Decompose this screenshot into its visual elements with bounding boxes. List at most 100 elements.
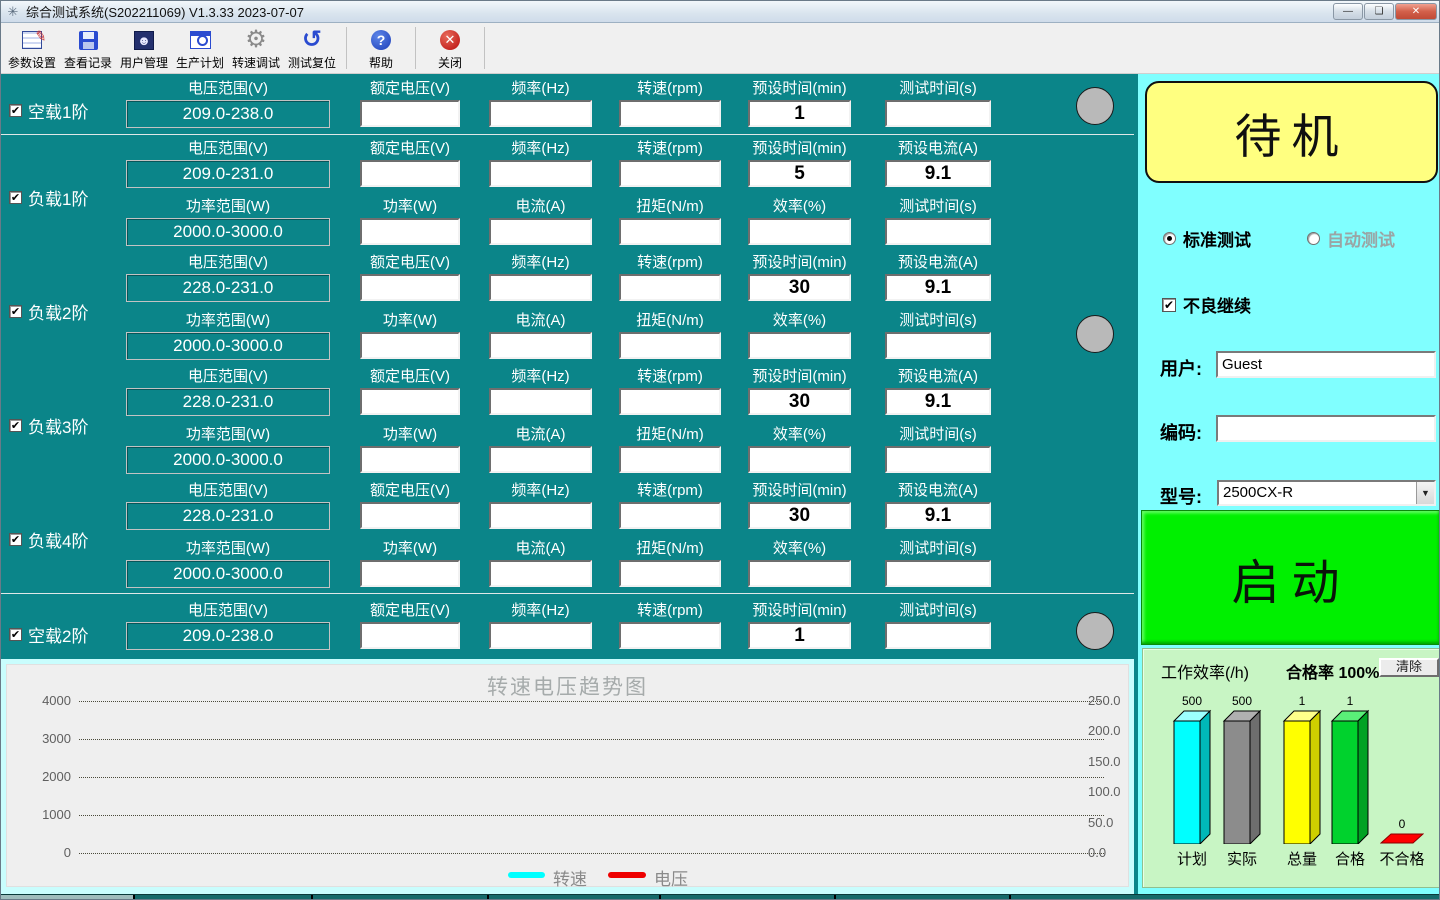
torque-input[interactable]	[619, 446, 721, 473]
current-input[interactable]	[489, 446, 592, 473]
speed-input[interactable]	[619, 388, 721, 415]
voltage-range-display: 209.0-231.0	[126, 160, 330, 188]
checkbox-checked-icon[interactable]: ✔	[9, 533, 22, 546]
rated-voltage-input[interactable]	[360, 502, 460, 529]
checkbox-checked-icon[interactable]: ✔	[9, 419, 22, 432]
status-bar	[1, 894, 1440, 900]
noload-2-enable[interactable]: ✔ 空载2阶	[9, 622, 88, 647]
torque-input[interactable]	[619, 560, 721, 587]
preset-current-input[interactable]: 9.1	[885, 274, 991, 301]
clear-button[interactable]: 清除	[1379, 658, 1439, 677]
frequency-input[interactable]	[489, 502, 592, 529]
current-input[interactable]	[489, 332, 592, 359]
test-time-input[interactable]	[885, 622, 991, 649]
toolbar-user-management[interactable]: ☻ 用户管理	[116, 23, 172, 73]
rated-voltage-input[interactable]	[360, 160, 460, 187]
preset-current-input[interactable]: 9.1	[885, 502, 991, 529]
rated-voltage-input[interactable]	[360, 388, 460, 415]
radio-label: 自动测试	[1327, 226, 1395, 251]
gridline	[79, 853, 1104, 854]
model-dropdown[interactable]: 2500CX-R ▼	[1217, 480, 1436, 506]
load-2-enable[interactable]: ✔ 负载2阶	[9, 299, 88, 324]
col-header: 电压范围(V)	[126, 482, 330, 499]
toolbar-speed-debug[interactable]: ⚙ 转速调试	[228, 23, 284, 73]
speed-input[interactable]	[619, 502, 721, 529]
noload-1-enable[interactable]: ✔ 空载1阶	[9, 98, 88, 123]
col-header: 额定电压(V)	[360, 482, 460, 499]
checkbox-checked-icon[interactable]: ✔	[9, 305, 22, 318]
preset-time-input[interactable]: 30	[748, 388, 851, 415]
toolbar-close-app[interactable]: ✕ 关闭	[422, 23, 478, 73]
frequency-input[interactable]	[489, 100, 592, 127]
checkbox-checked-icon[interactable]: ✔	[9, 628, 22, 641]
test-time-input[interactable]	[885, 100, 991, 127]
toolbar-test-reset[interactable]: ↺ 测试复位	[284, 23, 340, 73]
frequency-input[interactable]	[489, 274, 592, 301]
rated-voltage-input[interactable]	[360, 274, 460, 301]
test-time-input[interactable]	[885, 218, 991, 245]
efficiency-input[interactable]	[748, 446, 851, 473]
test-time-input[interactable]	[885, 560, 991, 587]
load-1-enable[interactable]: ✔ 负载1阶	[9, 185, 88, 210]
checkbox-checked-icon[interactable]: ✔	[9, 104, 22, 117]
speed-input[interactable]	[619, 622, 721, 649]
status-segment	[311, 895, 487, 900]
toolbar-help[interactable]: ? 帮助	[353, 23, 409, 73]
close-button[interactable]: ✕	[1395, 3, 1437, 20]
preset-current-input[interactable]: 9.1	[885, 388, 991, 415]
rated-voltage-input[interactable]	[360, 622, 460, 649]
preset-time-input[interactable]: 5	[748, 160, 851, 187]
load-3-enable[interactable]: ✔ 负载3阶	[9, 413, 88, 438]
power-input[interactable]	[360, 332, 460, 359]
preset-current-input[interactable]: 9.1	[885, 160, 991, 187]
power-input[interactable]	[360, 218, 460, 245]
preset-time-input[interactable]: 30	[748, 502, 851, 529]
status-segment	[1, 895, 133, 900]
current-input[interactable]	[489, 560, 592, 587]
efficiency-input[interactable]	[748, 560, 851, 587]
load-4-enable[interactable]: ✔ 负载4阶	[9, 527, 88, 552]
chevron-down-icon[interactable]: ▼	[1416, 482, 1434, 504]
preset-time-input[interactable]: 1	[748, 622, 851, 649]
row-load-2: ✔ 负载2阶 电压范围(V)228.0-231.0 额定电压(V) 频率(Hz)…	[1, 249, 1134, 362]
code-input[interactable]	[1216, 415, 1436, 442]
toolbar-production-plan[interactable]: 生产计划	[172, 23, 228, 73]
bar-label: 不合格	[1379, 848, 1424, 869]
speed-input[interactable]	[619, 160, 721, 187]
power-input[interactable]	[360, 560, 460, 587]
minimize-button[interactable]: —	[1333, 3, 1363, 20]
toolbar-view-records[interactable]: 查看记录	[60, 23, 116, 73]
radio-auto-test[interactable]: 自动测试	[1307, 226, 1440, 251]
preset-time-input[interactable]: 1	[748, 100, 851, 127]
test-time-input[interactable]	[885, 332, 991, 359]
checkbox-checked-icon[interactable]: ✔	[1162, 298, 1176, 312]
power-input[interactable]	[360, 446, 460, 473]
frequency-input[interactable]	[489, 622, 592, 649]
maximize-button[interactable]: ❏	[1364, 3, 1394, 20]
checkbox-checked-icon[interactable]: ✔	[9, 191, 22, 204]
torque-input[interactable]	[619, 332, 721, 359]
radio-selected-icon[interactable]	[1163, 232, 1176, 245]
row-load-1: ✔ 负载1阶 电压范围(V)209.0-231.0 额定电压(V) 频率(Hz)…	[1, 135, 1134, 248]
frequency-input[interactable]	[489, 160, 592, 187]
efficiency-input[interactable]	[748, 218, 851, 245]
section-separator	[1, 593, 1134, 594]
efficiency-input[interactable]	[748, 332, 851, 359]
bar-3d-green	[1330, 709, 1370, 844]
toolbar-param-settings[interactable]: ✎ 参数设置	[4, 23, 60, 73]
rated-voltage-input[interactable]	[360, 100, 460, 127]
current-input[interactable]	[489, 218, 592, 245]
preset-time-input[interactable]: 30	[748, 274, 851, 301]
bar-3d-cyan	[1172, 709, 1212, 844]
window-title: 综合测试系统(S202211069) V1.3.33 2023-07-07	[26, 2, 304, 21]
test-time-input[interactable]	[885, 446, 991, 473]
checkbox-continue-on-fail[interactable]: ✔ 不良继续	[1162, 292, 1440, 317]
col-header: 额定电压(V)	[360, 368, 460, 385]
torque-input[interactable]	[619, 218, 721, 245]
speed-input[interactable]	[619, 100, 721, 127]
frequency-input[interactable]	[489, 388, 592, 415]
speed-input[interactable]	[619, 274, 721, 301]
start-button[interactable]: 启动	[1141, 510, 1440, 645]
radio-unselected-icon[interactable]	[1307, 232, 1320, 245]
user-input[interactable]: Guest	[1216, 351, 1436, 378]
